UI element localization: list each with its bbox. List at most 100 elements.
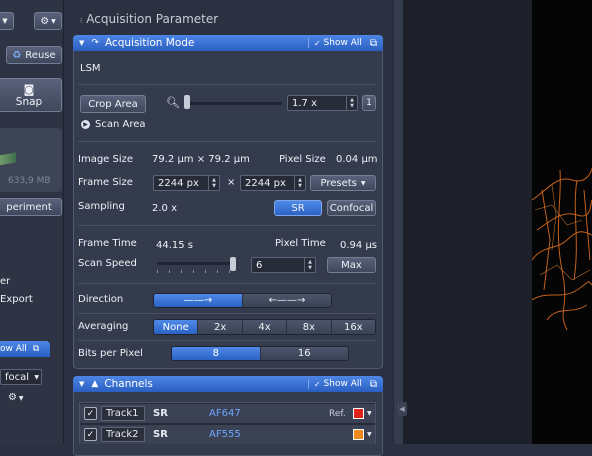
zoom-input[interactable]: 1.7 x ▲ ▼	[287, 95, 358, 111]
disk-icon	[0, 152, 16, 166]
expand-icon[interactable]: ⧉	[370, 379, 377, 390]
chevron-down-icon: ▼	[34, 373, 39, 381]
frame-size-y-input[interactable]: 2244 px ▲ ▼	[240, 175, 306, 191]
sampling-value: 2.0 x	[152, 203, 177, 214]
averaging-option[interactable]: None	[154, 320, 198, 334]
sampling-label: Sampling	[78, 201, 125, 212]
snap-button[interactable]: ◙ Snap	[0, 78, 62, 112]
image-viewer	[532, 0, 592, 444]
frame-x-stepper[interactable]: ▲ ▼	[208, 176, 219, 190]
image-pane-divider: ◀	[397, 0, 532, 444]
scan-speed-slider[interactable]	[157, 262, 236, 265]
channels-header[interactable]: ▼ ▲ Channels ✓ Show All ⧉	[73, 376, 383, 392]
magnifier-icon: 🔍︎	[166, 96, 180, 109]
gear-icon: ⚙	[40, 15, 50, 27]
zoom-stepper[interactable]: ▲ ▼	[346, 96, 357, 110]
scan-area-label[interactable]: Scan Area	[95, 119, 146, 130]
averaging-label: Averaging	[78, 321, 129, 332]
scan-speed-stepper[interactable]: ▲ ▼	[304, 258, 315, 272]
pixel-size-value: 0.04 µm	[336, 154, 378, 165]
left-sidebar: ▼ ⚙ ▼ ♻ Reuse ◙ Snap 633,9 MB periment er …	[0, 0, 64, 444]
bits-option[interactable]: 16	[259, 347, 348, 360]
chevron-down-icon: ▼	[2, 17, 8, 25]
confocal-button[interactable]: Confocal	[327, 200, 376, 216]
chevron-down-icon[interactable]: ▼	[367, 410, 372, 417]
track-checkbox[interactable]: ✓	[84, 428, 97, 441]
scan-speed-input[interactable]: 6 ▲ ▼	[251, 257, 316, 273]
channels-icon: ▲	[91, 379, 99, 389]
expand-icon[interactable]: ⧉	[33, 344, 39, 354]
check-icon: ✓	[313, 38, 321, 48]
sr-button[interactable]: SR	[274, 200, 322, 216]
scan-speed-handle[interactable]	[230, 257, 236, 271]
frame-time-value: 44.15 s	[156, 240, 194, 251]
bits-option[interactable]: 8	[172, 347, 260, 360]
chevron-down-icon: ▼	[360, 179, 366, 187]
crop-area-button[interactable]: Crop Area	[80, 95, 146, 113]
show-all-button[interactable]: ow All	[0, 344, 27, 354]
zoom-slider-handle[interactable]	[184, 95, 190, 109]
pixel-time-value: 0.94 µs	[340, 240, 378, 251]
vertical-scrollbar[interactable]	[393, 0, 403, 444]
divider	[78, 141, 376, 142]
unidirectional-option[interactable]: ——→	[154, 294, 242, 307]
collapse-icon[interactable]: ▼	[79, 380, 84, 388]
frame-size-label: Frame Size	[78, 177, 133, 188]
track-color-swatch[interactable]	[353, 429, 364, 440]
frame-y-stepper[interactable]: ▲ ▼	[294, 176, 305, 190]
settings-menu-button[interactable]: ⚙ ▼	[34, 12, 62, 30]
bits-per-pixel-selector[interactable]: 8 16	[171, 346, 349, 361]
bits-per-pixel-label: Bits per Pixel	[78, 348, 143, 359]
collapse-icon[interactable]: ▼	[79, 39, 84, 47]
averaging-option[interactable]: 2x	[197, 320, 242, 334]
dropdown-button[interactable]: ▼	[0, 12, 14, 30]
arrow-both-icon: ←——→	[268, 295, 306, 306]
track-name[interactable]: Track2	[101, 427, 145, 442]
mode-label: LSM	[80, 63, 101, 74]
scan-area-expand-icon[interactable]: ▶	[81, 120, 90, 129]
pixel-size-label: Pixel Size	[279, 154, 326, 165]
image-size-value: 79.2 µm × 79.2 µm	[152, 154, 250, 165]
direction-label: Direction	[78, 294, 124, 305]
chevron-down-icon[interactable]: ▼	[367, 431, 372, 438]
bidirectional-option[interactable]: ←——→	[242, 294, 331, 307]
averaging-option[interactable]: 16x	[330, 320, 375, 334]
track-dye: AF555	[209, 429, 241, 440]
averaging-selector[interactable]: None 2x 4x 8x 16x	[153, 319, 376, 335]
scan-speed-label: Scan Speed	[78, 258, 137, 269]
show-all-toggle[interactable]: ✓ Show All	[307, 379, 362, 389]
pixel-time-label: Pixel Time	[275, 238, 326, 249]
presets-dropdown[interactable]: Presets ▼	[310, 175, 376, 191]
confocal-select[interactable]: focal ▼	[0, 369, 42, 385]
zoom-reset-button[interactable]: 1	[362, 95, 376, 111]
start-experiment-button[interactable]: periment	[0, 198, 62, 216]
refresh-icon: ↷	[91, 38, 99, 48]
fluorescence-image	[532, 167, 592, 331]
reuse-icon: ♻	[12, 49, 22, 61]
track-row[interactable]: ✓ Track2 SR AF555 ▼	[80, 425, 375, 444]
left-item-er[interactable]: er	[0, 276, 10, 287]
averaging-option[interactable]: 4x	[241, 320, 287, 334]
left-item-export[interactable]: Export	[0, 294, 33, 305]
storage-size: 633,9 MB	[8, 176, 51, 186]
gear-icon[interactable]: ⚙ ▼	[8, 392, 24, 403]
max-speed-button[interactable]: Max	[327, 257, 376, 273]
track-checkbox[interactable]: ✓	[84, 407, 97, 420]
zoom-slider[interactable]	[185, 102, 282, 105]
track-color-swatch[interactable]	[353, 408, 364, 419]
track-row[interactable]: ✓ Track1 SR AF647 Ref. ▼	[80, 404, 375, 423]
acquisition-mode-header[interactable]: ▼ ↷ Acquisition Mode ✓ Show All ⧉	[73, 35, 383, 51]
track-name[interactable]: Track1	[101, 406, 145, 421]
collapse-panel-handle[interactable]: ◀	[397, 402, 407, 416]
averaging-option[interactable]: 8x	[286, 320, 331, 334]
show-all-toggle[interactable]: ✓ Show All	[307, 38, 362, 48]
reuse-button[interactable]: ♻ Reuse	[6, 46, 62, 64]
page-title: ⁝ Acquisition Parameter	[80, 12, 219, 26]
check-icon: ✓	[86, 408, 95, 419]
expand-icon[interactable]: ⧉	[370, 38, 377, 49]
direction-toggle[interactable]: ——→ ←——→	[153, 293, 332, 308]
divider	[78, 225, 376, 226]
frame-size-x-input[interactable]: 2244 px ▲ ▼	[153, 175, 220, 191]
track-mode: SR	[153, 408, 168, 419]
left-panel-header: ow All ⧉	[0, 341, 50, 357]
